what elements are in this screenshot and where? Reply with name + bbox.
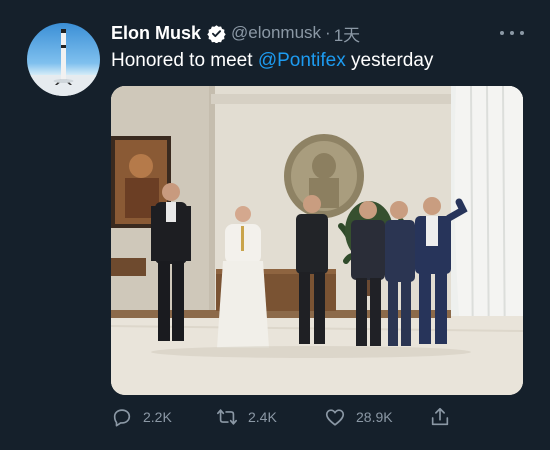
avatar-image	[27, 29, 100, 96]
like-icon	[324, 406, 346, 428]
reply-icon	[111, 406, 133, 428]
reply-button[interactable]: 2.2K	[111, 404, 172, 430]
share-button[interactable]	[429, 404, 451, 430]
tweet-text: Honored to meet @Pontifex yesterday	[111, 50, 433, 72]
tweet-photo[interactable]	[111, 86, 523, 395]
verified-badge-icon	[207, 24, 226, 43]
tweet[interactable]: Elon Musk @elonmusk · 1天 Honored to meet…	[0, 0, 550, 450]
action-bar: 2.2K 2.4K 28.9K	[111, 404, 451, 430]
timestamp[interactable]: 1天	[334, 21, 360, 46]
separator-dot: ·	[325, 23, 331, 42]
retweet-icon	[216, 406, 238, 428]
retweet-count: 2.4K	[248, 409, 277, 425]
avatar[interactable]	[27, 23, 100, 96]
tweet-header: Elon Musk @elonmusk · 1天	[111, 20, 360, 46]
author-name[interactable]: Elon Musk	[111, 23, 201, 44]
reply-count: 2.2K	[143, 409, 172, 425]
tweet-text-after: yesterday	[345, 50, 434, 71]
author-handle[interactable]: @elonmusk	[231, 23, 321, 43]
like-count: 28.9K	[356, 409, 393, 425]
tweet-text-before: Honored to meet	[111, 50, 258, 71]
like-button[interactable]: 28.9K	[324, 404, 393, 430]
retweet-button[interactable]: 2.4K	[216, 404, 277, 430]
more-options-icon[interactable]	[500, 24, 524, 42]
share-icon	[429, 406, 451, 428]
mention-link[interactable]: @Pontifex	[258, 50, 346, 71]
